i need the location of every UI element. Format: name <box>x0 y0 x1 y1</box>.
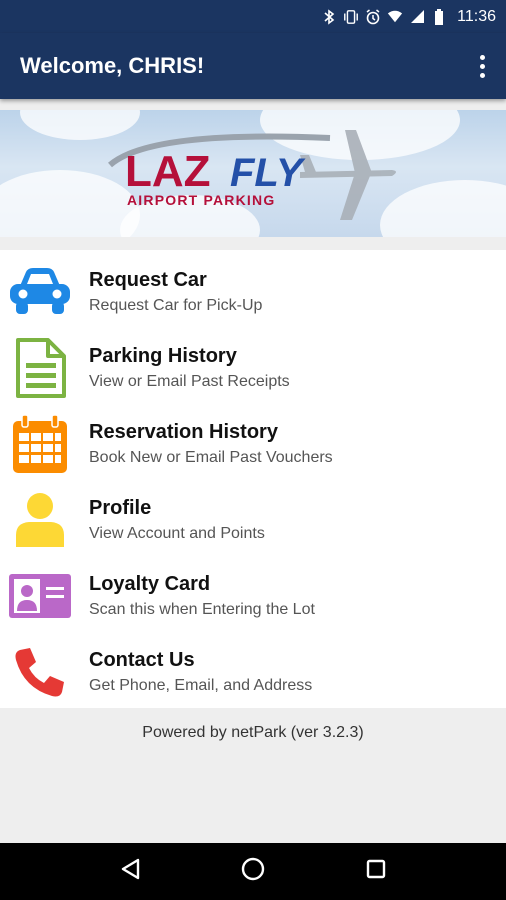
battery-icon <box>431 8 447 25</box>
menu-item-subtitle: Book New or Email Past Vouchers <box>89 448 333 466</box>
dot-icon <box>479 63 485 69</box>
logo-fly-text: FLY <box>230 151 306 195</box>
cell-signal-icon <box>409 9 425 25</box>
menu-item-subtitle: View or Email Past Receipts <box>89 372 290 390</box>
menu-item-title: Profile <box>89 496 152 519</box>
dot-icon <box>479 72 485 78</box>
menu-item-parking-history[interactable]: Parking History View or Email Past Recei… <box>0 330 506 406</box>
laz-fly-logo: LAZ FLY AIRPORT PARKING <box>108 130 396 220</box>
system-nav-bar <box>0 843 506 900</box>
menu-item-title: Reservation History <box>89 420 278 443</box>
calendar-icon <box>4 412 76 476</box>
powered-by-label: Powered by netPark (ver 3.2.3) <box>142 724 364 741</box>
app-bar: Welcome, CHRIS! <box>0 33 506 99</box>
back-icon[interactable] <box>119 857 141 886</box>
menu-item-reservation-history[interactable]: Reservation History Book New or Email Pa… <box>0 406 506 482</box>
logo-subtitle-text: AIRPORT PARKING <box>127 192 275 208</box>
menu-item-subtitle: Get Phone, Email, and Address <box>89 676 313 694</box>
id-card-icon <box>4 564 76 628</box>
home-icon[interactable] <box>240 856 266 887</box>
airplane-icon <box>300 130 396 220</box>
menu-item-title: Request Car <box>89 268 207 291</box>
wifi-icon <box>387 9 403 25</box>
menu-item-subtitle: View Account and Points <box>89 524 265 542</box>
vibrate-icon <box>343 9 359 25</box>
menu-item-title: Contact Us <box>89 648 195 671</box>
person-icon <box>4 488 76 552</box>
menu-item-request-car[interactable]: Request Car Request Car for Pick-Up <box>0 254 506 330</box>
menu-item-subtitle: Scan this when Entering the Lot <box>89 600 315 618</box>
car-icon <box>4 260 76 324</box>
logo-laz-text: LAZ <box>125 147 211 196</box>
main-menu: Request Car Request Car for Pick-Up Park… <box>0 250 506 708</box>
clock-time: 11:36 <box>457 7 496 25</box>
recents-icon[interactable] <box>365 858 387 885</box>
status-bar: 11:36 <box>0 0 506 33</box>
phone-icon <box>4 640 76 704</box>
menu-item-loyalty-card[interactable]: Loyalty Card Scan this when Entering the… <box>0 558 506 634</box>
alarm-icon <box>365 8 381 25</box>
welcome-title: Welcome, CHRIS! <box>20 53 205 78</box>
menu-item-title: Parking History <box>89 344 237 367</box>
menu-item-subtitle: Request Car for Pick-Up <box>89 296 263 314</box>
brand-banner: LAZ FLY AIRPORT PARKING <box>0 110 506 237</box>
document-icon <box>4 336 76 400</box>
menu-item-profile[interactable]: Profile View Account and Points <box>0 482 506 558</box>
menu-item-contact-us[interactable]: Contact Us Get Phone, Email, and Address <box>0 634 506 710</box>
bluetooth-icon <box>321 8 337 25</box>
dot-icon <box>479 54 485 60</box>
menu-item-title: Loyalty Card <box>89 572 211 595</box>
overflow-menu-button[interactable] <box>472 46 492 86</box>
